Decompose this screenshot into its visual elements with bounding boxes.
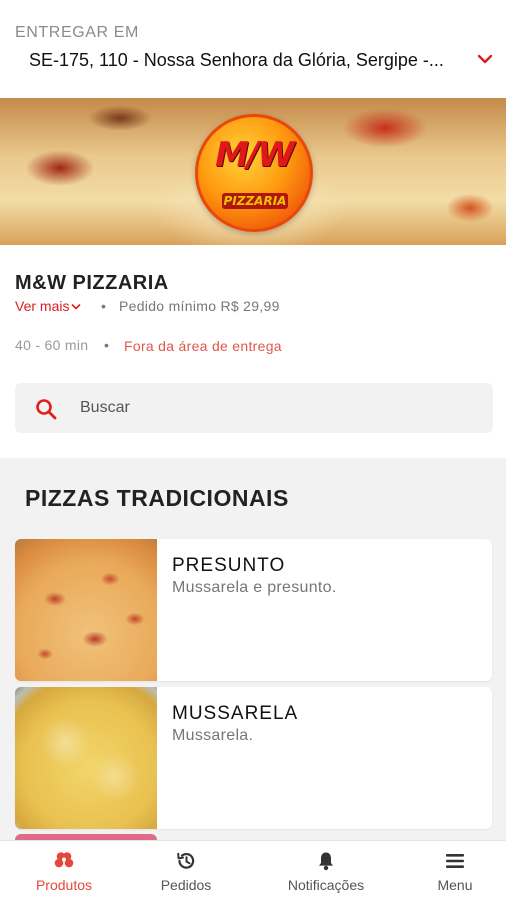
separator-dot: • xyxy=(104,337,109,353)
product-card-mussarela[interactable]: MUSSARELA Mussarela. xyxy=(15,687,492,829)
product-card-presunto[interactable]: PRESUNTO Mussarela e presunto. xyxy=(15,539,492,681)
see-more-link[interactable]: Ver mais xyxy=(15,298,81,314)
nav-label: Notificações xyxy=(287,877,365,893)
nav-item-produtos[interactable]: Produtos xyxy=(14,841,114,900)
history-icon xyxy=(177,852,195,869)
search-icon xyxy=(36,399,57,420)
search-input[interactable] xyxy=(80,383,480,433)
nav-label: Menu xyxy=(437,877,473,893)
logo-mark: M/W xyxy=(215,135,295,175)
separator-dot: • xyxy=(101,298,106,314)
logo-subtitle: PIZZARIA xyxy=(222,193,288,209)
product-description: Mussarela. xyxy=(172,727,254,744)
deliver-label: ENTREGAR EM xyxy=(15,24,139,41)
nav-item-menu[interactable]: Menu xyxy=(410,841,500,900)
product-name: PRESUNTO xyxy=(172,555,286,576)
nav-item-pedidos[interactable]: Pedidos xyxy=(136,841,236,900)
store-logo: M/W PIZZARIA xyxy=(195,114,313,232)
bell-icon xyxy=(319,852,333,871)
chevron-down-icon xyxy=(72,304,81,310)
hamburger-menu-icon xyxy=(446,854,464,868)
bottom-navigation: Produtos Pedidos Notificações Menu xyxy=(0,840,506,900)
address-header[interactable]: ENTREGAR EM SE-175, 110 - Nossa Senhora … xyxy=(0,0,506,98)
store-info: M&W PIZZARIA Ver mais • Pedido mínimo R$… xyxy=(0,245,506,458)
minimum-order: Pedido mínimo R$ 29,99 xyxy=(119,298,280,314)
delivery-time: 40 - 60 min xyxy=(15,337,89,353)
product-image xyxy=(15,687,157,829)
product-description: Mussarela e presunto. xyxy=(172,579,337,596)
category-title: PIZZAS TRADICIONAIS xyxy=(25,485,289,511)
chevron-down-icon[interactable] xyxy=(476,50,494,68)
nav-label: Produtos xyxy=(35,877,93,893)
nav-item-notificacoes[interactable]: Notificações xyxy=(270,841,382,900)
store-name: M&W PIZZARIA xyxy=(15,272,169,294)
delivery-address[interactable]: SE-175, 110 - Nossa Senhora da Glória, S… xyxy=(29,50,469,71)
delivery-status: Fora da área de entrega xyxy=(124,338,282,354)
see-more-label: Ver mais xyxy=(15,298,70,314)
pizza-slices-icon xyxy=(54,852,74,868)
product-name: MUSSARELA xyxy=(172,703,299,724)
product-image xyxy=(15,539,157,681)
search-bar[interactable] xyxy=(15,383,493,433)
nav-label: Pedidos xyxy=(160,877,212,893)
